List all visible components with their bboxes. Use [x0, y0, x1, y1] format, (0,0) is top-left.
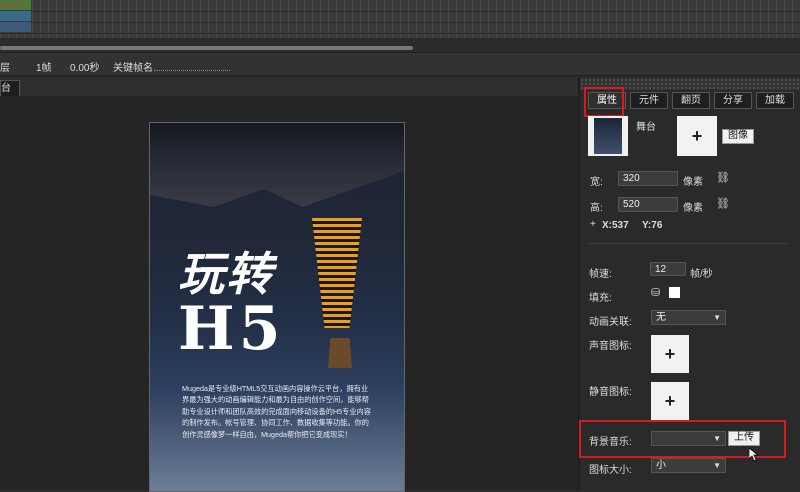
tab-paging[interactable]: 翻页 [672, 92, 710, 109]
paint-bucket-icon[interactable]: ⛁ [651, 286, 660, 299]
fps-unit: 帧/秒 [690, 269, 713, 280]
layer-label: 层 [0, 63, 10, 74]
poster-title: 玩转 H5 [178, 251, 284, 359]
timeline-scrollbar[interactable] [0, 46, 413, 50]
poster-description: Mugeda是专业级HTML5交互动画内容操作云平台，拥有业界最为强大的动画编辑… [182, 384, 371, 439]
tab-stage[interactable]: 台 [0, 80, 20, 97]
fill-label: 填充: [589, 293, 612, 304]
timeline-layer-cell[interactable] [0, 22, 31, 32]
coord-x: X:537 [602, 220, 629, 231]
chevron-down-icon: ▼ [713, 313, 721, 322]
icon-size-label: 图标大小: [589, 465, 632, 476]
stage-canvas[interactable]: 玩转 H5 Mugeda是专业级HTML5交互动画内容操作云平台，拥有业界最为强… [149, 122, 405, 492]
keyframe-markers: ••••••• [2, 3, 24, 9]
poster-background-ruins [150, 123, 404, 207]
poster-title-h5: H5 [178, 294, 285, 364]
stage-thumbnail [588, 116, 628, 156]
time-seconds: 0.00秒 [70, 63, 100, 74]
frame-count: 1帧 [36, 63, 52, 74]
poster-tower-base [328, 338, 352, 368]
height-field[interactable]: 520 [618, 197, 678, 212]
move-icon: + [590, 219, 596, 230]
thumbnail-image [594, 118, 622, 154]
width-label: 宽: [590, 177, 603, 188]
fill-color-swatch[interactable] [669, 287, 680, 298]
lock-ratio-icon[interactable]: ⛓ [716, 171, 730, 184]
anim-link-label: 动画关联: [589, 317, 632, 328]
height-label: 高: [590, 203, 603, 214]
width-field[interactable]: 320 [618, 171, 678, 186]
width-unit: 像素 [683, 177, 703, 188]
stage-tabbar: 台 [0, 78, 578, 97]
anim-link-select[interactable]: 无 ▼ [651, 310, 726, 325]
divider [588, 243, 788, 244]
fps-field[interactable]: 12 [650, 262, 686, 276]
chevron-down-icon: ▼ [713, 461, 721, 470]
lock-ratio-icon[interactable]: ⛓ [716, 197, 730, 210]
image-button[interactable]: 图像 [722, 129, 754, 144]
mouse-cursor-icon [749, 448, 759, 462]
fps-label: 帧速: [589, 269, 612, 280]
height-unit: 像素 [683, 203, 703, 214]
stage-name: 舞台 [636, 122, 656, 133]
timeline-layer-cell[interactable]: ••••••• [0, 0, 31, 10]
timeline-row[interactable] [0, 22, 800, 34]
timeline[interactable]: ••••••• [0, 0, 800, 38]
frame-info-bar: 层 1帧 0.00秒 关键帧名 [0, 52, 800, 76]
anim-link-value: 无 [656, 312, 666, 323]
poster-lantern-tower [312, 218, 362, 328]
keyframe-name-label: 关键帧名 [113, 63, 153, 74]
timeline-layer-cell[interactable] [0, 11, 31, 21]
sound-icon-label: 声音图标: [589, 341, 632, 352]
tab-symbols[interactable]: 元件 [630, 92, 668, 109]
tab-share[interactable]: 分享 [714, 92, 752, 109]
tab-loading[interactable]: 加载 [756, 92, 794, 109]
highlight-properties-tab [584, 87, 624, 117]
icon-size-select[interactable]: 小 ▼ [651, 458, 726, 473]
keyframe-name-input[interactable] [154, 70, 230, 71]
add-image-button[interactable]: + [677, 116, 717, 156]
coord-y: Y:76 [642, 220, 663, 231]
poster-title-cn: 玩转 [178, 247, 274, 301]
icon-size-value: 小 [656, 460, 666, 471]
mute-icon-label: 静音图标: [589, 387, 632, 398]
add-sound-icon-button[interactable]: + [651, 335, 689, 373]
add-mute-icon-button[interactable]: + [651, 382, 689, 420]
